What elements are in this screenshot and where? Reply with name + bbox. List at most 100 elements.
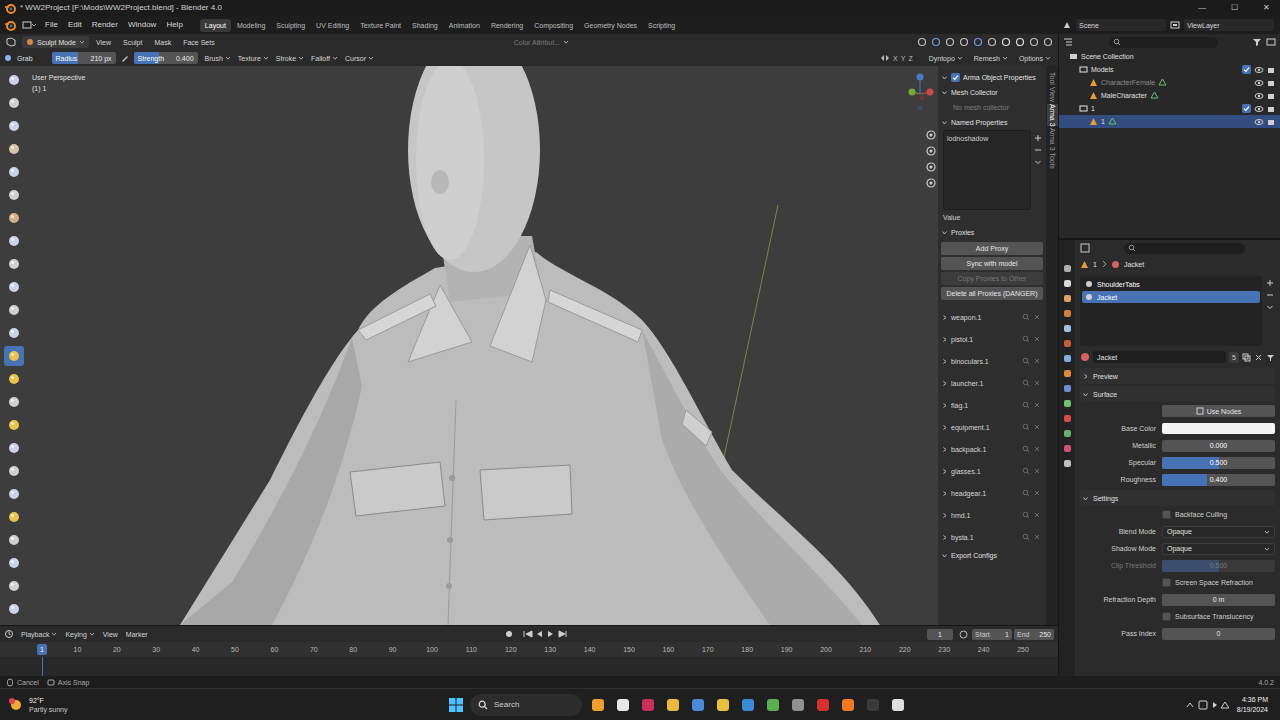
close-icon[interactable] [1033,313,1041,321]
app-icon[interactable] [665,697,681,713]
shading-icon[interactable] [973,37,983,47]
tool-menu[interactable]: Stroke [276,55,304,62]
properties-tab-icon[interactable] [1063,369,1072,378]
search-icon[interactable] [1022,401,1030,409]
app-icon[interactable] [690,697,706,713]
pressure-icon[interactable] [121,54,129,62]
viewport-canvas[interactable]: User Perspective(1) 1 [28,66,938,625]
more-icon[interactable] [1266,303,1274,311]
checkbox[interactable] [1242,65,1251,74]
tool-button[interactable] [4,70,24,90]
tool-button[interactable] [4,369,24,389]
scene-field[interactable]: Scene [1076,19,1166,31]
shading-icon[interactable] [1043,37,1053,47]
tool-button[interactable] [4,484,24,504]
workspace-tab[interactable]: Geometry Nodes [579,19,642,32]
proxy-item[interactable]: equipment.1 [941,416,1043,438]
tool-menu[interactable]: Falloff [311,55,338,62]
pan-icon[interactable] [926,146,936,156]
panel-header[interactable]: Export Configs [941,548,1043,563]
app-icon[interactable] [740,697,756,713]
tool-menu[interactable]: Brush [205,55,231,62]
section-header[interactable]: Settings [1080,490,1275,506]
disclosure-arrow-icon[interactable] [941,74,948,81]
search-icon[interactable] [1022,379,1030,387]
sidebar-tab[interactable]: Arma 3 [1047,104,1058,127]
grid-icon[interactable] [926,178,936,188]
render-camera-icon[interactable] [1267,79,1276,87]
properties-tab-icon[interactable] [1063,309,1072,318]
proxy-item[interactable]: headgear.1 [941,482,1043,504]
taskbar-search[interactable]: Search [470,694,582,716]
frame-ruler[interactable]: 1020304050607080901001101201301401501601… [0,642,1058,657]
outliner-row[interactable]: 1 [1059,115,1280,128]
outliner-row[interactable]: 1 [1059,102,1280,115]
workspace-tab[interactable]: UV Editing [311,19,354,32]
close-icon[interactable] [1033,467,1041,475]
properties-tab-icon[interactable] [1063,414,1072,423]
properties-tab-icon[interactable] [1063,399,1072,408]
outliner-search[interactable] [1109,37,1218,48]
workspace-tab[interactable]: Modeling [232,19,270,32]
tool-button[interactable] [4,599,24,619]
tool-button[interactable] [4,185,24,205]
outliner-row[interactable]: CharacterFemale [1059,76,1280,89]
proxy-item[interactable]: glasses.1 [941,460,1043,482]
number-field[interactable]: 0 m [1162,594,1275,606]
menu-item[interactable]: Window [123,21,161,29]
proxy-button[interactable]: Delete all Proxies (DANGER) [941,287,1043,300]
shading-icon[interactable] [959,37,969,47]
tool-button[interactable] [4,93,24,113]
tool-button[interactable] [4,231,24,251]
app-icon[interactable] [865,697,881,713]
tool-button[interactable] [4,346,24,366]
workspace-tab[interactable]: Texture Paint [355,19,406,32]
search-icon[interactable] [1022,313,1030,321]
color-attribute-selector[interactable]: Color Attribut... [514,39,569,46]
sidebar-tab[interactable]: Tool [1047,72,1058,85]
clock-icon[interactable] [959,630,968,639]
render-camera-icon[interactable] [1267,105,1276,113]
disclosure-arrow-icon[interactable] [941,119,948,126]
disclosure-arrow-icon[interactable] [941,468,948,475]
workspace-tab[interactable]: Rendering [486,19,528,32]
disclosure-arrow-icon[interactable] [941,89,948,96]
axis-toggle[interactable]: Z [908,55,912,62]
search-icon[interactable] [1022,467,1030,475]
tool-button[interactable] [4,208,24,228]
menu-item[interactable]: Help [161,21,187,29]
disclosure-arrow-icon[interactable] [1082,391,1089,398]
start-frame-field[interactable]: Start1 [972,629,1012,640]
render-camera-icon[interactable] [1267,118,1276,126]
panel-header[interactable]: Mesh Collector [941,85,1043,100]
property-list[interactable]: lodnoshadow [943,130,1031,210]
navigation-gizmo-icon[interactable] [906,70,936,114]
tool-button[interactable] [4,530,24,550]
proxy-item[interactable]: launcher.1 [941,372,1043,394]
properties-editor-icon[interactable] [1080,243,1090,253]
tool-button[interactable] [4,116,24,136]
properties-tab-icon[interactable] [1063,264,1072,273]
shading-icon[interactable] [1015,37,1025,47]
close-icon[interactable] [1033,423,1041,431]
search-icon[interactable] [1022,423,1030,431]
checkbox[interactable] [1242,104,1251,113]
unlink-icon[interactable] [1254,353,1263,362]
sidebar-tab[interactable]: View [1047,87,1058,102]
proxy-item[interactable]: hmd.1 [941,504,1043,526]
new-collection-icon[interactable] [1266,37,1276,47]
transport-controls-icon[interactable] [504,629,574,639]
panel-header[interactable]: Named Properties [941,115,1043,130]
clock[interactable]: 4:36 PM8/19/2024 [1237,696,1272,713]
proxy-button[interactable]: Copy Proxies to Other [941,272,1043,285]
disclosure-arrow-icon[interactable] [941,229,948,236]
property-item[interactable]: lodnoshadow [947,134,1027,143]
workspace-tab[interactable]: Compositing [529,19,578,32]
close-icon[interactable] [1033,445,1041,453]
value-slider[interactable]: 0.400 [1162,474,1275,486]
app-icon[interactable] [590,697,606,713]
editor-type-icon[interactable] [4,37,18,47]
app-icon[interactable] [790,697,806,713]
render-camera-icon[interactable] [1267,66,1276,74]
disclosure-arrow-icon[interactable] [941,534,948,541]
